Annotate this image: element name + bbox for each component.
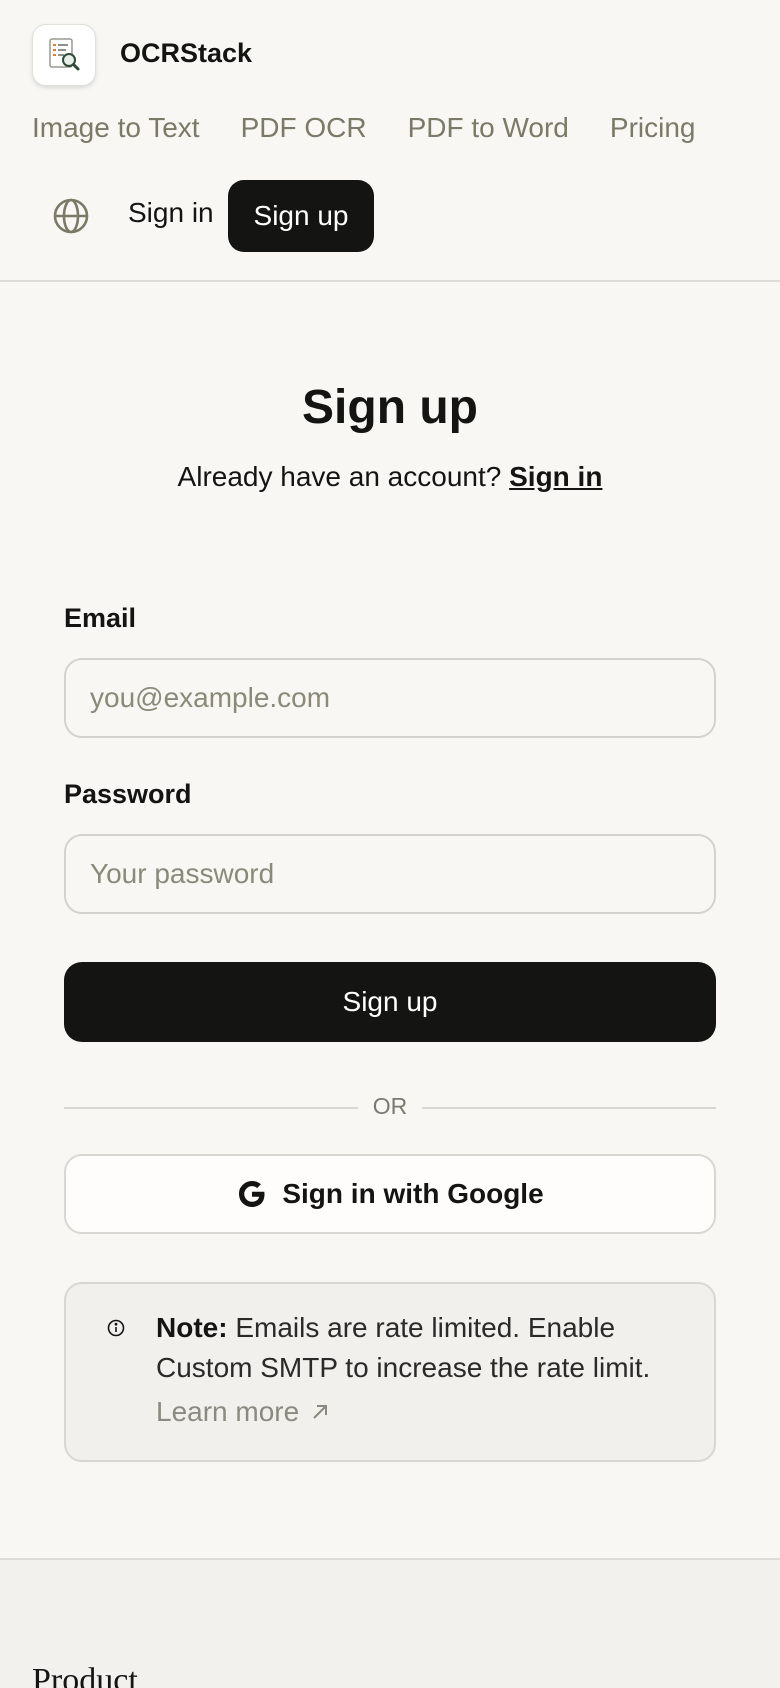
note-bold: Note: [156,1312,228,1343]
info-icon [107,1319,125,1337]
google-icon [239,1181,265,1207]
footer-section-title: Product [32,1662,138,1688]
nav-pdf-ocr[interactable]: PDF OCR [241,112,367,144]
nav-pricing[interactable]: Pricing [610,112,696,144]
sign-up-submit-button[interactable]: Sign up [64,962,716,1042]
nav-pdf-to-word[interactable]: PDF to Word [408,112,569,144]
learn-more-label: Learn more [156,1396,300,1427]
note-body: Emails are rate limited. Enable Custom S… [156,1312,651,1383]
email-field[interactable] [64,658,716,738]
rate-limit-note: Note: Emails are rate limited. Enable Cu… [64,1282,716,1462]
password-field[interactable] [64,834,716,914]
or-label: OR [372,1093,408,1119]
learn-more-link[interactable]: Learn more [156,1396,329,1428]
site-footer: Product [0,1558,780,1688]
document-search-icon [49,38,80,71]
main-nav: Image to Text PDF OCR PDF to Word Pricin… [32,112,695,144]
sign-up-header-button[interactable]: Sign up [228,180,374,252]
site-header: OCRStack Image to Text PDF OCR PDF to Wo… [0,0,780,282]
language-button[interactable] [51,196,91,236]
nav-image-to-text[interactable]: Image to Text [32,112,200,144]
note-text: Note: Emails are rate limited. Enable Cu… [156,1308,696,1388]
or-divider: OR [64,1093,716,1121]
signin-prompt-text: Already have an account? [177,461,502,492]
google-button-label: Sign in with Google [282,1178,544,1209]
signin-prompt-link[interactable]: Sign in [509,461,602,492]
external-arrow-icon [313,1405,328,1419]
brand-name[interactable]: OCRStack [120,38,252,69]
email-label: Email [64,603,137,633]
app-logo[interactable] [32,24,96,86]
page-title: Sign up [302,381,478,434]
globe-icon [53,198,89,234]
google-sign-in-button[interactable]: Sign in with Google [64,1154,716,1234]
signin-prompt: Already have an account? Sign in [0,461,780,493]
password-label: Password [64,779,192,809]
sign-in-link[interactable]: Sign in [128,197,214,229]
